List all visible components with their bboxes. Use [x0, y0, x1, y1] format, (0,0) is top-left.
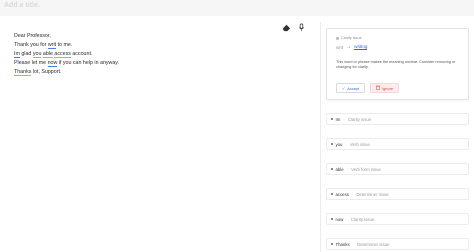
bullet-icon: [331, 118, 333, 120]
issue-word: Thanks: [335, 241, 350, 247]
title-input[interactable]: Add a title.: [4, 2, 40, 9]
issue-category: Clarity issue: [336, 36, 362, 40]
editor-line[interactable]: Thanks lot, Support.: [14, 68, 119, 77]
editor-toolbar: [282, 23, 306, 32]
issue-list: Im · Clarity issue you · Verb issue able · Verb …: [326, 113, 469, 250]
editor-line[interactable]: Dear Professor,: [14, 32, 119, 41]
bullet-icon: [331, 193, 333, 195]
issue-type: Verb issue: [349, 141, 370, 147]
issue-type: Determiner issue: [357, 241, 390, 247]
text-segment: Please let me: [14, 60, 48, 66]
text-editor[interactable]: Dear Professor, Thank you for writ to me.…: [14, 32, 119, 77]
issue-word: you: [335, 141, 343, 147]
suggestions-panel: Clarity issue writ → writing This word o…: [326, 28, 469, 250]
accept-button[interactable]: ✓ Accept: [336, 83, 366, 93]
separator: ·: [343, 116, 345, 122]
arrow-right-icon: →: [346, 44, 352, 50]
title-bar: Add a title.: [0, 0, 474, 16]
active-suggestion-card[interactable]: Clarity issue writ → writing This word o…: [326, 28, 469, 100]
issue-card[interactable]: able · Verb form issue: [326, 163, 469, 175]
ignore-button[interactable]: Ignore: [370, 83, 400, 93]
issue-word: access: [335, 191, 349, 197]
editor-line[interactable]: Thank you for writ to me.: [14, 41, 119, 50]
issue-card[interactable]: Thanks · Determiner issue: [326, 238, 469, 250]
bullet-icon: [331, 218, 333, 220]
original-word: writ: [336, 44, 344, 50]
issue-type: Determiner issue: [356, 191, 389, 197]
separator: ·: [346, 166, 349, 172]
separator: ·: [346, 216, 348, 222]
issue-card[interactable]: access · Determiner issue: [326, 188, 469, 200]
issue-word: now: [335, 216, 344, 222]
issue-card[interactable]: you · Verb issue: [326, 138, 469, 150]
issue-type: Verb form issue: [351, 166, 381, 172]
panel-divider: [320, 22, 321, 252]
eraser-icon[interactable]: [282, 23, 291, 32]
editor-line[interactable]: Please let me now if you can help in any…: [14, 59, 119, 68]
issue-type: Clarity issue: [350, 216, 375, 222]
flagged-word[interactable]: access: [54, 51, 71, 58]
text-segment: glad: [19, 51, 33, 57]
issue-card[interactable]: Im · Clarity issue: [326, 113, 469, 125]
suggested-word[interactable]: writing: [354, 44, 368, 50]
issue-word: able: [335, 166, 344, 172]
flagged-word[interactable]: able: [42, 51, 53, 58]
issue-description: This word or phrase makes the meaning un…: [336, 60, 456, 70]
suggestion-row: writ → writing: [336, 44, 368, 50]
issue-word: Im: [335, 116, 341, 122]
bullet-icon: [331, 168, 333, 170]
separator: ·: [345, 141, 347, 147]
microphone-icon[interactable]: [297, 23, 306, 32]
issue-card[interactable]: now · Clarity issue: [326, 213, 469, 225]
bullet-icon: [331, 243, 333, 245]
flagged-word[interactable]: now: [47, 60, 58, 67]
separator: ·: [351, 191, 354, 197]
flagged-word[interactable]: writ: [47, 42, 57, 49]
editor-line[interactable]: Im glad you able access account.: [14, 50, 119, 59]
text-segment: lot, Support.: [31, 69, 62, 75]
text-segment: Dear Professor,: [14, 33, 51, 39]
text-segment: if you can help in anyway.: [57, 60, 120, 66]
category-dot-icon: [336, 36, 339, 40]
text-segment: Thank you for: [14, 42, 48, 48]
text-segment: account.: [70, 51, 93, 57]
issue-type: Clarity issue: [347, 116, 372, 122]
separator: ·: [352, 241, 355, 247]
bullet-icon: [331, 143, 333, 145]
text-segment: to me.: [56, 42, 73, 48]
trash-icon: [376, 85, 380, 91]
flagged-word[interactable]: Thanks: [14, 69, 32, 76]
check-icon: ✓: [342, 85, 346, 91]
